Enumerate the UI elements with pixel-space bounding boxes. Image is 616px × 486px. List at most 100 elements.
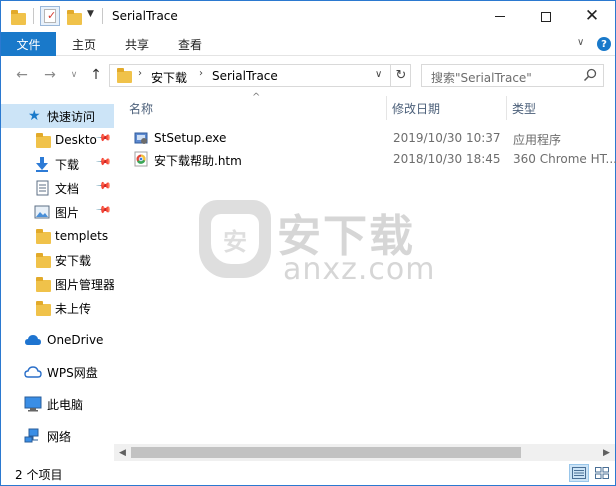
pin-icon: 📌 [94,154,112,171]
scroll-left-button[interactable]: ◀ [114,444,131,461]
help-button[interactable]: ? [597,37,611,51]
column-header-date[interactable]: 修改日期 [387,96,506,120]
pin-icon: 📌 [94,178,112,195]
sidebar-item-label: WPS网盘 [47,365,98,380]
folder-icon [36,277,51,292]
shield-logo-icon: 安 [199,200,271,278]
minimize-button[interactable] [477,1,523,32]
horizontal-scrollbar[interactable]: ◀ ▶ [114,444,615,461]
pin-icon: 📌 [94,202,112,219]
close-button[interactable]: ✕ [569,1,615,32]
up-button[interactable]: ↑ [87,66,105,84]
tab-home[interactable]: 主页 [72,32,96,56]
status-bar: 2 个项目 [1,461,615,485]
scroll-left-icon: ◀ [119,447,126,458]
title-bar: ✓ ▼ SerialTrace ✕ [1,1,615,32]
sidebar-item-not-uploaded[interactable]: 未上传 [1,296,114,320]
sidebar-item-label: Deskto [55,133,97,147]
refresh-button[interactable]: ↻ [390,65,411,86]
recent-locations-button[interactable]: ∨ [65,66,83,84]
column-header-name[interactable]: 名称 [124,96,386,120]
star-icon: ★ [28,108,41,124]
minimize-icon [495,16,505,17]
address-row: ← → ∨ ↑ › 安下载 › SerialTrace ∨ ↻ 搜索"Seria… [1,56,615,96]
sidebar-item-network[interactable]: 网络 [1,424,114,448]
sidebar-item-onedrive[interactable]: OneDrive [1,328,114,352]
sidebar-item-label: 图片管理器 [55,277,114,292]
search-icon [583,68,597,82]
folder-icon [36,301,51,316]
sidebar-item-anxz[interactable]: 安下载 [1,248,114,272]
large-icons-view-button[interactable] [592,464,612,482]
sidebar-item-label: 此电脑 [47,397,84,412]
sidebar-item-picture-manager[interactable]: 图片管理器 [1,272,114,296]
sidebar-item-desktop[interactable]: Deskto 📌 [1,128,114,152]
maximize-icon [541,11,551,22]
breadcrumb-item[interactable]: SerialTrace [212,69,278,83]
table-row[interactable]: 安下载帮助.htm 2018/10/30 18:45 360 Chrome HT… [124,149,616,170]
picture-icon [34,205,50,219]
sidebar-item-label: OneDrive [47,333,104,347]
new-folder-button[interactable] [67,10,82,25]
back-button[interactable]: ← [13,66,31,84]
chevron-right-icon[interactable]: › [138,68,142,79]
dropdown-arrow-icon: ▼ [87,9,94,19]
tab-file[interactable]: 文件 [1,32,56,56]
sidebar-item-pictures[interactable]: 图片 📌 [1,200,114,224]
table-row[interactable]: StSetup.exe 2019/10/30 10:37 应用程序 [124,128,615,149]
large-icons-view-icon [595,467,609,479]
refresh-icon: ↻ [395,68,407,83]
address-dropdown-button[interactable]: ∨ [375,69,382,80]
sidebar-item-this-pc[interactable]: 此电脑 [1,392,114,416]
pin-icon: 📌 [94,130,112,147]
folder-icon [11,10,26,25]
properties-button[interactable]: ✓ [40,6,60,26]
chevron-right-icon[interactable]: › [199,68,203,79]
chevron-down-icon: ∨ [375,69,383,80]
tab-share[interactable]: 共享 [125,32,149,56]
arrow-up-icon: ↑ [90,67,102,83]
watermark-domain: anxz.com [283,252,436,287]
column-header-type[interactable]: 类型 [507,96,615,120]
computer-icon [24,396,42,412]
folder-icon [36,229,51,244]
details-view-button[interactable] [569,464,589,482]
breadcrumb-item[interactable]: 安下载 [151,69,187,86]
close-icon: ✕ [584,6,600,26]
address-bar[interactable]: › 安下载 › SerialTrace ∨ ↻ [109,64,411,87]
sidebar-item-quick-access[interactable]: ★ 快速访问 [1,104,114,128]
title-separator [102,8,103,24]
file-list: ^ 名称 修改日期 类型 StSetup.exe 2019/10/30 10:3… [114,92,616,444]
file-date: 2019/10/30 10:37 [393,131,501,145]
folder-icon [36,253,51,268]
item-count: 2 个项目 [15,468,63,482]
sidebar-item-wps-cloud[interactable]: WPS网盘 [1,360,114,384]
window-title: SerialTrace [112,9,178,23]
expand-ribbon-button[interactable]: ∨ [577,37,584,48]
ribbon: 文件 主页 共享 查看 ∨ ? [1,32,615,56]
sidebar-item-label: 文档 [55,181,80,196]
search-placeholder: 搜索"SerialTrace" [431,71,532,85]
scroll-right-button[interactable]: ▶ [598,444,615,461]
search-input[interactable]: 搜索"SerialTrace" [421,64,604,87]
sidebar-item-label: 网络 [47,429,72,444]
arrow-left-icon: ← [16,67,28,83]
wps-cloud-icon [24,366,42,378]
tab-view[interactable]: 查看 [178,32,202,56]
scrollbar-thumb[interactable] [131,447,521,458]
sidebar-item-label: 未上传 [55,301,92,316]
maximize-button[interactable] [523,1,569,32]
navigation-pane: ★ 快速访问 Deskto 📌 下载 📌 文档 � [1,96,114,459]
folder-icon [117,68,132,83]
help-icon: ? [601,38,607,50]
shield-logo-text: 安 [211,214,259,264]
installer-icon [134,132,148,144]
chevron-down-icon: ∨ [70,70,78,80]
scroll-right-icon: ▶ [603,447,610,458]
sidebar-item-templets[interactable]: templets [1,224,114,248]
customize-toolbar-button[interactable]: ▼ [87,9,94,19]
sidebar-item-documents[interactable]: 文档 📌 [1,176,114,200]
forward-button[interactable]: → [41,66,59,84]
sidebar-item-downloads[interactable]: 下载 📌 [1,152,114,176]
watermark: 安 安下载 anxz.com [199,200,479,290]
